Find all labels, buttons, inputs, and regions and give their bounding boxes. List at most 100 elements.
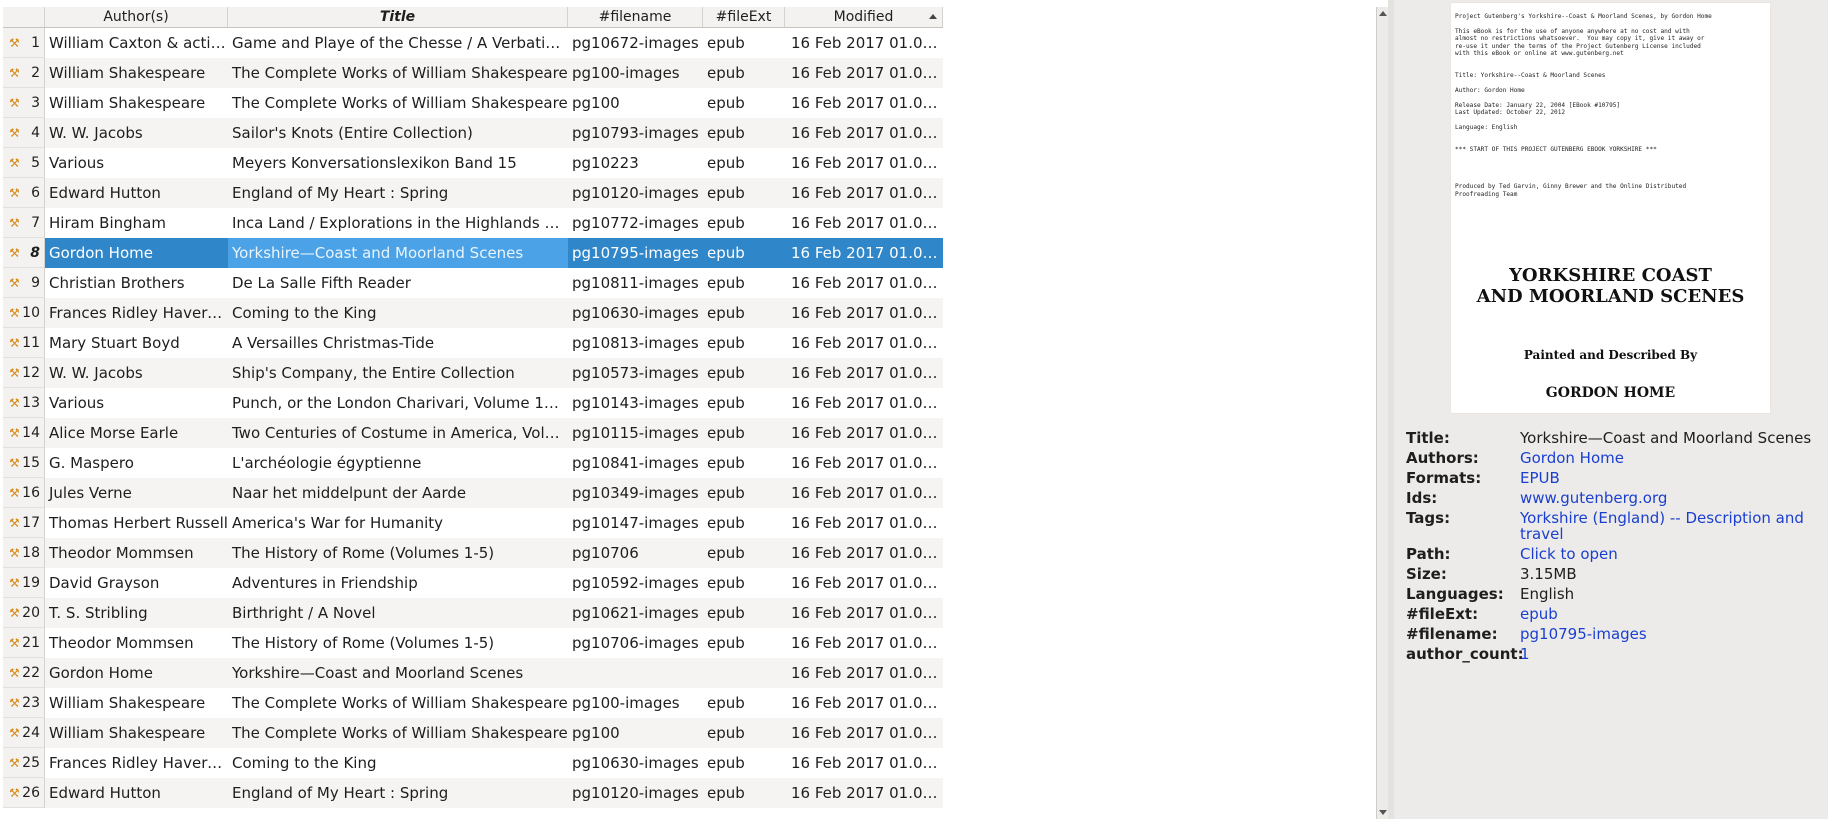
cell-title[interactable]: Naar het middelpunt der Aarde <box>228 478 568 508</box>
cell-filename[interactable]: pg10630-images <box>568 748 703 778</box>
row-header[interactable]: ⚒ 14 <box>3 418 45 448</box>
cell-title[interactable]: Birthright / A Novel <box>228 598 568 628</box>
cell-author[interactable]: Gordon Home <box>45 658 228 688</box>
cell-filename[interactable]: pg10811-images <box>568 268 703 298</box>
row-header[interactable]: ⚒ 9 <box>3 268 45 298</box>
cell-fileext[interactable]: epub <box>703 268 785 298</box>
cell-fileext[interactable]: epub <box>703 208 785 238</box>
table-row[interactable]: ⚒ 3 William Shakespeare The Complete Works … <box>3 88 943 118</box>
cell-modified[interactable]: 16 Feb 2017 01.08.56 <box>785 298 943 328</box>
row-header[interactable]: ⚒ 24 <box>3 718 45 748</box>
cell-title[interactable]: The Complete Works of William Shakespear… <box>228 718 568 748</box>
cell-author[interactable]: Thomas Herbert Russell <box>45 508 228 538</box>
cell-filename[interactable]: pg10793-images <box>568 118 703 148</box>
cell-fileext[interactable]: epub <box>703 448 785 478</box>
row-header[interactable]: ⚒ 18 <box>3 538 45 568</box>
cell-filename[interactable]: pg10841-images <box>568 448 703 478</box>
row-header[interactable]: ⚒ 13 <box>3 388 45 418</box>
cell-author[interactable]: T. S. Stribling <box>45 598 228 628</box>
cell-title[interactable]: A Versailles Christmas-Tide <box>228 328 568 358</box>
row-header[interactable]: ⚒ 23 <box>3 688 45 718</box>
row-header[interactable]: ⚒ 20 <box>3 598 45 628</box>
cell-author[interactable]: David Grayson <box>45 568 228 598</box>
cell-modified[interactable]: 16 Feb 2017 01.09.11 <box>785 148 943 178</box>
cell-author[interactable]: Hiram Bingham <box>45 208 228 238</box>
cell-fileext[interactable]: epub <box>703 328 785 358</box>
cell-filename[interactable]: pg10143-images <box>568 388 703 418</box>
cell-modified[interactable]: 16 Feb 2017 01.09.14 <box>785 118 943 148</box>
cell-fileext[interactable] <box>703 658 785 688</box>
table-row[interactable]: ⚒ 18 Theodor Mommsen The History of Rome (V… <box>3 538 943 568</box>
cell-modified[interactable]: 16 Feb 2017 01.08.30 <box>785 568 943 598</box>
table-row[interactable]: ⚒ 6 Edward Hutton England of My Heart : Spr… <box>3 178 943 208</box>
cell-title[interactable]: Coming to the King <box>228 748 568 778</box>
column-header-authors[interactable]: Author(s) <box>45 7 228 27</box>
row-header[interactable]: ⚒ 2 <box>3 58 45 88</box>
table-row[interactable]: ⚒ 10 Frances Ridley Havergal Coming to the … <box>3 298 943 328</box>
cell-title[interactable]: The History of Rome (Volumes 1-5) <box>228 628 568 658</box>
cell-title[interactable]: Punch, or the London Charivari, Volume 1… <box>228 388 568 418</box>
column-header-filename[interactable]: #filename <box>568 7 703 27</box>
cell-author[interactable]: Jules Verne <box>45 478 228 508</box>
cell-modified[interactable]: 16 Feb 2017 01.09.17 <box>785 88 943 118</box>
cell-filename[interactable]: pg100-images <box>568 688 703 718</box>
cell-fileext[interactable]: epub <box>703 118 785 148</box>
book-cover[interactable]: Project Gutenberg's Yorkshire--Coast & M… <box>1451 3 1770 413</box>
table-row[interactable]: ⚒ 25 Frances Ridley Havergal Coming to the … <box>3 748 943 778</box>
cell-filename[interactable]: pg10706 <box>568 538 703 568</box>
cell-author[interactable]: Various <box>45 388 228 418</box>
table-row[interactable]: ⚒ 23 William Shakespeare The Complete Works… <box>3 688 943 718</box>
cell-modified[interactable]: 16 Feb 2017 01.08.41 <box>785 448 943 478</box>
table-row[interactable]: ⚒ 2 William Shakespeare The Complete Works … <box>3 58 943 88</box>
cell-modified[interactable]: 16 Feb 2017 01.09.20 <box>785 58 943 88</box>
row-header[interactable]: ⚒ 26 <box>3 778 45 808</box>
row-header[interactable]: ⚒ 5 <box>3 148 45 178</box>
cell-modified[interactable]: 16 Feb 2017 01.08.59 <box>785 268 943 298</box>
cell-title[interactable]: Meyers Konversationslexikon Band 15 <box>228 148 568 178</box>
cell-author[interactable]: William Shakespeare <box>45 58 228 88</box>
cell-fileext[interactable]: epub <box>703 538 785 568</box>
row-header[interactable]: ⚒ 21 <box>3 628 45 658</box>
cell-filename[interactable]: pg10120-images <box>568 178 703 208</box>
detail-value[interactable]: 1 <box>1520 644 1826 664</box>
table-row[interactable]: ⚒ 19 David Grayson Adventures in Friendship… <box>3 568 943 598</box>
cell-title[interactable]: The Complete Works of William Shakespear… <box>228 88 568 118</box>
cell-filename[interactable]: pg10349-images <box>568 478 703 508</box>
cell-filename[interactable]: pg10630-images <box>568 298 703 328</box>
cell-fileext[interactable]: epub <box>703 358 785 388</box>
scroll-up-icon[interactable] <box>1379 11 1387 16</box>
cell-fileext[interactable]: epub <box>703 478 785 508</box>
row-header[interactable]: ⚒ 6 <box>3 178 45 208</box>
cell-author[interactable]: W. W. Jacobs <box>45 118 228 148</box>
cell-author[interactable]: Mary Stuart Boyd <box>45 328 228 358</box>
cell-filename[interactable]: pg10772-images <box>568 208 703 238</box>
row-header[interactable]: ⚒ 11 <box>3 328 45 358</box>
cell-author[interactable]: Christian Brothers <box>45 268 228 298</box>
table-row-selected[interactable]: ⚒ 8 Gordon Home Yorkshire—Coast and Moorlan… <box>3 238 943 268</box>
cell-fileext[interactable]: epub <box>703 508 785 538</box>
cell-author[interactable]: G. Maspero <box>45 448 228 478</box>
cell-title[interactable]: L'archéologie égyptienne <box>228 448 568 478</box>
cell-modified[interactable]: 16 Feb 2017 01.09.05 <box>785 208 943 238</box>
cell-filename[interactable]: pg10573-images <box>568 358 703 388</box>
cell-author[interactable]: Frances Ridley Havergal <box>45 298 228 328</box>
column-header-modified[interactable]: Modified <box>785 7 943 27</box>
cell-author[interactable]: Various <box>45 148 228 178</box>
row-header[interactable]: ⚒ 1 <box>3 28 45 58</box>
cell-modified[interactable]: 16 Feb 2017 01.08.35 <box>785 508 943 538</box>
row-header[interactable]: ⚒ 22 <box>3 658 45 688</box>
row-header[interactable]: ⚒ 10 <box>3 298 45 328</box>
cell-title[interactable]: The History of Rome (Volumes 1-5) <box>228 538 568 568</box>
table-row[interactable]: ⚒ 26 Edward Hutton England of My Heart : Sp… <box>3 778 943 808</box>
row-header[interactable]: ⚒ 16 <box>3 478 45 508</box>
table-row[interactable]: ⚒ 15 G. Maspero L'archéologie égyptienne pg1… <box>3 448 943 478</box>
detail-value[interactable]: Click to open <box>1520 544 1826 564</box>
cell-author[interactable]: William Caxton & active ... <box>45 28 228 58</box>
cell-modified[interactable]: 16 Feb 2017 01.07.29 <box>785 688 943 718</box>
cell-title[interactable]: Two Centuries of Costume in America, Vol… <box>228 418 568 448</box>
cell-fileext[interactable]: epub <box>703 178 785 208</box>
table-row[interactable]: ⚒ 17 Thomas Herbert Russell America's War f… <box>3 508 943 538</box>
row-header[interactable]: ⚒ 4 <box>3 118 45 148</box>
cell-fileext[interactable]: epub <box>703 388 785 418</box>
cell-modified[interactable]: 16 Feb 2017 01.07.26 <box>785 718 943 748</box>
